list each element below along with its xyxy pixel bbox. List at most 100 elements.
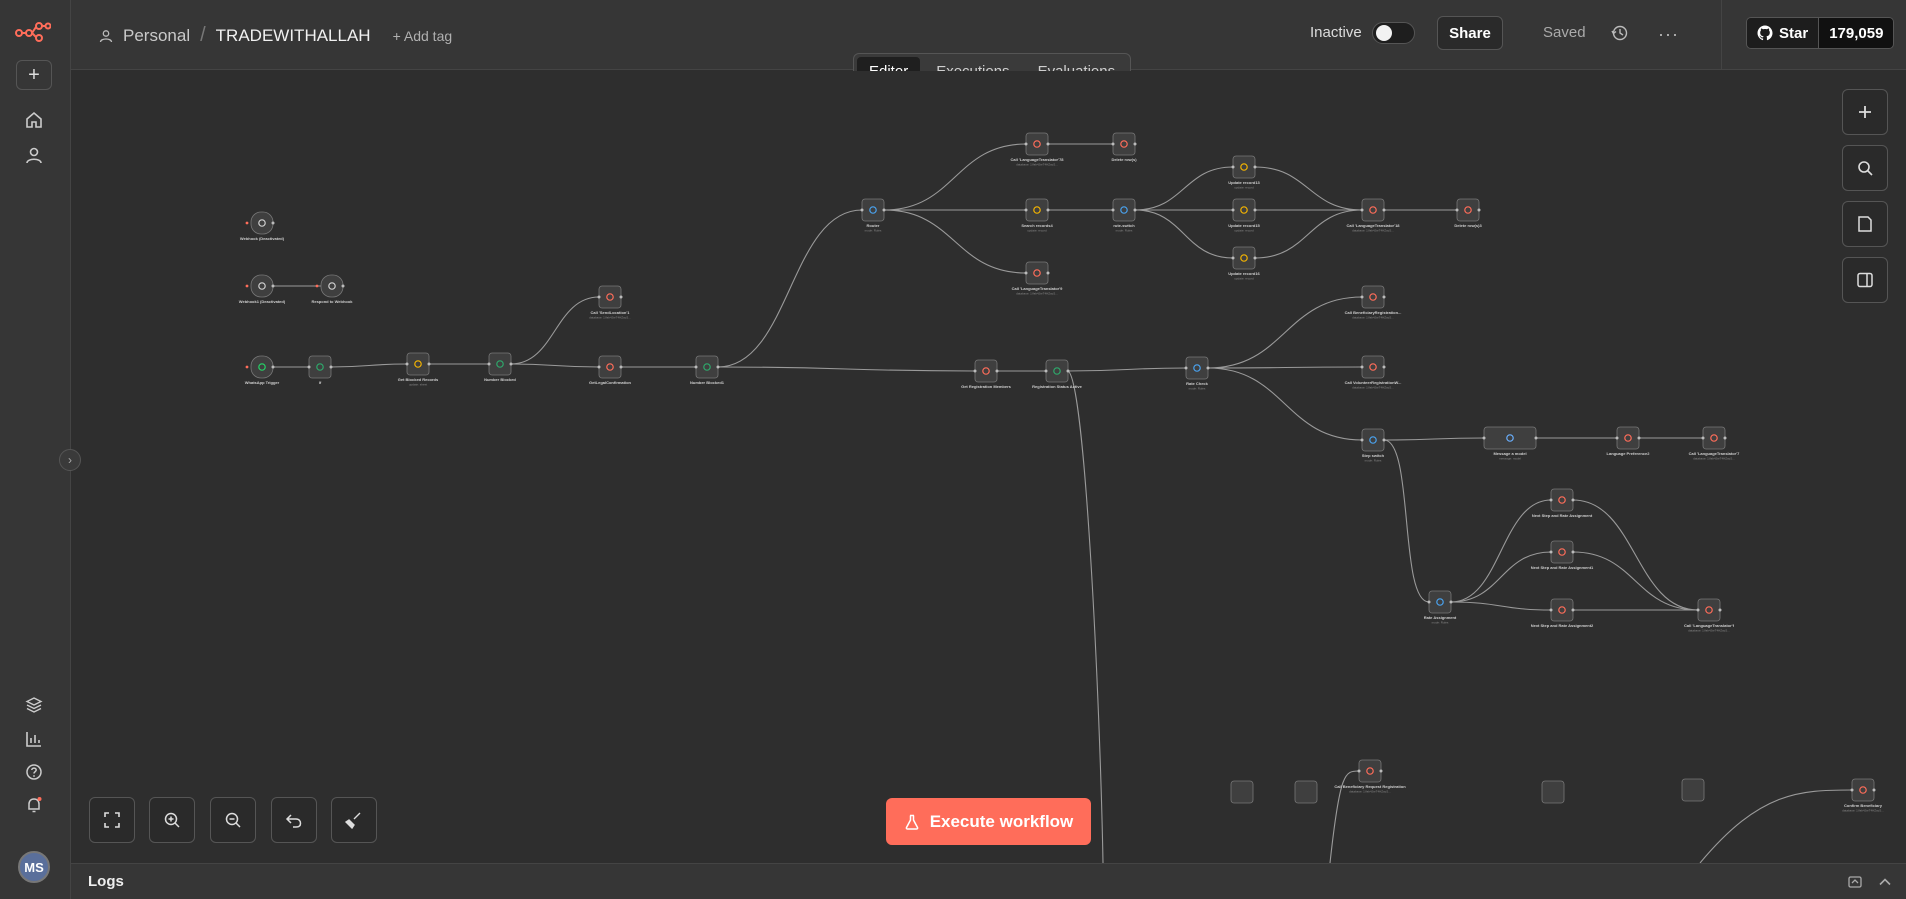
input-handle[interactable] [1024, 208, 1028, 212]
connection-line[interactable] [1254, 166, 1363, 211]
node-box[interactable] [1185, 356, 1209, 380]
workflow-node[interactable]: Routermode: Rules [860, 198, 886, 233]
node-box[interactable] [974, 359, 998, 383]
workflow-name[interactable]: TRADEWITHALLAH [216, 26, 371, 46]
node-box[interactable] [1428, 590, 1452, 614]
toggle-panel-button[interactable] [1842, 257, 1888, 303]
workflow-node[interactable] [1294, 780, 1318, 804]
connection-line[interactable] [883, 143, 1027, 211]
input-handle[interactable] [597, 295, 601, 299]
logs-bar[interactable]: Logs [71, 863, 1906, 899]
tidy-up-button[interactable] [331, 797, 377, 843]
connection-line[interactable] [1572, 551, 1699, 611]
workflow-node[interactable]: Rate Checkmode: Rules [1184, 356, 1210, 391]
templates-icon[interactable] [22, 693, 46, 717]
output-handle[interactable] [1253, 208, 1257, 212]
input-handle[interactable] [1111, 142, 1115, 146]
input-handle[interactable] [1549, 498, 1553, 502]
workflow-node[interactable]: Delete row(s) [1111, 132, 1137, 162]
input-handle[interactable] [1696, 608, 1700, 612]
output-handle[interactable] [1379, 769, 1383, 773]
output-handle[interactable] [1382, 365, 1386, 369]
workflow-node[interactable]: Call 'LanguageTranslator'9database: 1Vah… [1012, 261, 1064, 296]
workflow-node[interactable]: Delete row(s)3 [1454, 198, 1482, 228]
undo-button[interactable] [271, 797, 317, 843]
workflow-node[interactable]: Call 'LanguageTranslator'18database: 1Va… [1346, 198, 1400, 233]
input-handle[interactable] [1231, 256, 1235, 260]
output-handle[interactable] [619, 365, 623, 369]
node-box[interactable] [1025, 198, 1049, 222]
output-handle[interactable] [1066, 369, 1070, 373]
node-box[interactable] [1232, 246, 1256, 270]
input-handle[interactable] [1850, 788, 1854, 792]
workflow-node[interactable]: Search records4update: record [1021, 198, 1053, 233]
node-box[interactable] [1483, 426, 1537, 450]
insights-icon[interactable] [22, 727, 46, 751]
connection-line[interactable] [510, 296, 600, 365]
workflow-node[interactable] [1541, 780, 1565, 804]
node-box[interactable] [320, 274, 344, 298]
home-icon[interactable] [22, 108, 46, 132]
search-nodes-button[interactable] [1842, 145, 1888, 191]
input-handle[interactable] [597, 365, 601, 369]
output-handle[interactable] [1382, 208, 1386, 212]
input-handle[interactable] [1360, 438, 1364, 442]
workflow-node[interactable]: Update record15update: record [1228, 198, 1261, 233]
popout-icon[interactable] [1847, 874, 1863, 890]
workflow-node[interactable]: rute-switchmode: Rules [1111, 198, 1137, 233]
connection-line[interactable] [1450, 551, 1552, 603]
connection-line[interactable] [1067, 370, 1104, 863]
node-box[interactable] [1616, 426, 1640, 450]
output-handle[interactable] [1477, 208, 1481, 212]
output-handle[interactable] [1133, 142, 1137, 146]
workflow-node[interactable]: WhatsApp Trigger [245, 355, 280, 385]
add-tag-button[interactable]: + Add tag [393, 28, 453, 44]
connection-line[interactable] [330, 363, 408, 368]
connection-line[interactable] [883, 209, 1027, 274]
node-box[interactable] [1232, 155, 1256, 179]
fit-view-button[interactable] [89, 797, 135, 843]
connection-line[interactable] [1207, 367, 1363, 441]
workflow-node[interactable]: Next Step and Rate Assignment1 [1531, 540, 1594, 570]
input-handle[interactable] [1701, 436, 1705, 440]
workflow-node[interactable]: Call VolunteerRegistrationW...database: … [1345, 355, 1402, 390]
zoom-out-button[interactable] [210, 797, 256, 843]
output-handle[interactable] [1253, 165, 1257, 169]
input-handle[interactable] [1482, 436, 1486, 440]
node-box[interactable] [1361, 428, 1385, 452]
input-handle[interactable] [1360, 208, 1364, 212]
workflow-node[interactable]: Number Blocked1 [690, 355, 725, 385]
connection-line[interactable] [1207, 296, 1363, 369]
output-handle[interactable] [995, 369, 999, 373]
workflow-node[interactable]: Language Preference2 [1607, 426, 1651, 456]
user-avatar[interactable]: MS [18, 851, 50, 883]
output-handle[interactable] [271, 365, 275, 369]
input-handle[interactable] [487, 362, 491, 366]
node-box[interactable] [1361, 285, 1385, 309]
node-box[interactable] [308, 355, 332, 379]
workflow-node[interactable]: Update record16update: record [1228, 246, 1261, 281]
connection-line[interactable] [717, 209, 863, 368]
connection-line[interactable] [1699, 789, 1853, 863]
connection-line[interactable] [1383, 439, 1430, 603]
notifications-bell-icon[interactable] [22, 793, 46, 817]
workflow-node[interactable]: Rate Assignmentmode: Rules [1424, 590, 1457, 625]
input-handle[interactable] [307, 365, 311, 369]
output-handle[interactable] [1382, 438, 1386, 442]
output-handle[interactable] [509, 362, 513, 366]
node-box[interactable] [1232, 198, 1256, 222]
node-box[interactable] [250, 211, 274, 235]
input-handle[interactable] [1360, 295, 1364, 299]
output-handle[interactable] [329, 365, 333, 369]
workflow-node[interactable]: If [307, 355, 333, 385]
workflow-node[interactable]: Number Blocked [484, 352, 516, 382]
output-handle[interactable] [1046, 208, 1050, 212]
input-handle[interactable] [1024, 271, 1028, 275]
more-options-icon[interactable]: ··· [1658, 24, 1679, 45]
output-handle[interactable] [1046, 142, 1050, 146]
node-box[interactable] [1550, 540, 1574, 564]
node-box[interactable] [1025, 132, 1049, 156]
output-handle[interactable] [341, 284, 345, 288]
history-icon[interactable] [1611, 24, 1629, 42]
user-icon[interactable] [22, 143, 46, 167]
